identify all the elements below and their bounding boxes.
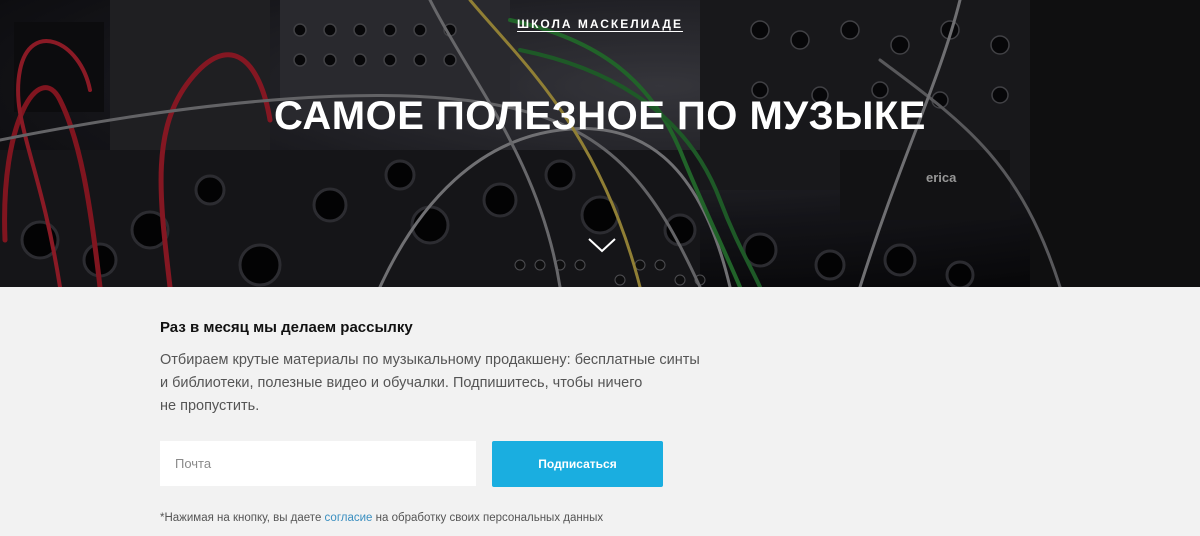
description-line: и библиотеки, полезные видео и обучалки.… (160, 375, 643, 391)
email-field[interactable] (160, 441, 476, 486)
school-link[interactable]: ШКОЛА МАСКЕЛИАДЕ (517, 17, 683, 31)
description-line: Отбираем крутые материалы по музыкальном… (160, 352, 700, 368)
school-logo-link-wrap: ШКОЛА МАСКЕЛИАДЕ (0, 17, 1200, 31)
newsletter-heading: Раз в месяц мы делаем рассылку (160, 319, 413, 336)
subscribe-button[interactable]: Подписаться (492, 441, 663, 487)
consent-note-suffix: на обработку своих персональных данных (372, 512, 604, 524)
newsletter-description: Отбираем крутые материалы по музыкальном… (160, 349, 720, 418)
description-line: не пропустить. (160, 398, 260, 414)
consent-note: *Нажимая на кнопку, вы даете согласие на… (160, 512, 603, 524)
chevron-down-icon[interactable] (587, 236, 617, 254)
hero-banner: erica ШКОЛА МАСКЕЛИАДЕ САМОЕ ПОЛЕЗНОЕ ПО… (0, 0, 1200, 287)
consent-link[interactable]: согласие (325, 512, 373, 524)
consent-note-prefix: *Нажимая на кнопку, вы даете (160, 512, 325, 524)
page-title: САМОЕ ПОЛЕЗНОЕ ПО МУЗЫКЕ (274, 94, 926, 138)
